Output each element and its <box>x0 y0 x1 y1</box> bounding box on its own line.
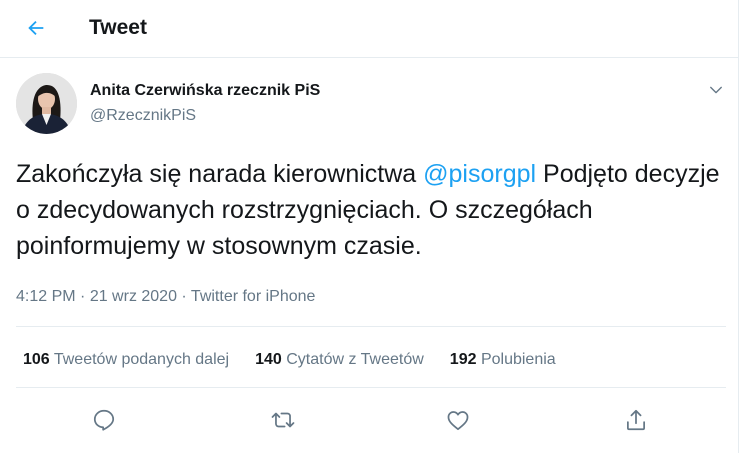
author-handle[interactable]: @RzecznikPiS <box>90 106 196 126</box>
likes-stat[interactable]: 192 Polubienia <box>450 350 556 370</box>
retweet-button[interactable] <box>263 400 303 440</box>
tweet-date[interactable]: 21 wrz 2020 <box>90 288 177 305</box>
back-button[interactable] <box>18 10 54 46</box>
mention-link[interactable]: @pisorgpl <box>423 160 536 188</box>
tweet-text: Zakończyła się narada kierownictwa @piso… <box>16 156 726 264</box>
page-header: Tweet <box>0 0 738 58</box>
quotes-label: Cytatów z Tweetów <box>286 351 424 368</box>
meta-separator: · <box>176 288 191 305</box>
tweet-text-part: Zakończyła się narada kierownictwa <box>16 160 424 188</box>
tweet-stats: 106 Tweetów podanych dalej 140 Cytatów z… <box>23 350 556 370</box>
retweets-label: Tweetów podanych dalej <box>53 351 230 368</box>
quotes-count: 140 <box>255 351 282 368</box>
quotes-stat[interactable]: 140 Cytatów z Tweetów <box>255 350 424 370</box>
likes-label: Polubienia <box>480 351 556 368</box>
author-name[interactable]: Anita Czerwińska rzecznik PiS <box>90 81 320 101</box>
divider <box>16 387 726 388</box>
retweets-count: 106 <box>23 351 50 368</box>
avatar[interactable] <box>16 73 77 134</box>
share-button[interactable] <box>616 400 656 440</box>
retweet-icon <box>271 412 295 428</box>
tweet-metadata: 4:12 PM · 21 wrz 2020 · Twitter for iPho… <box>16 287 315 307</box>
page-title: Tweet <box>89 16 147 39</box>
likes-count: 192 <box>449 351 477 368</box>
tweet-actions-bar <box>0 400 738 440</box>
tweet-detail-page: Tweet Anita Czerwińska rzecznik PiS @Rze… <box>0 0 739 453</box>
chevron-down-icon <box>710 86 722 94</box>
tweet-time[interactable]: 4:12 PM <box>16 288 76 305</box>
divider <box>16 326 726 327</box>
share-icon <box>627 409 645 431</box>
reply-button[interactable] <box>84 400 124 440</box>
avatar-photo <box>16 73 77 134</box>
retweets-stat[interactable]: 106 Tweetów podanych dalej <box>23 350 229 370</box>
meta-separator: · <box>75 288 90 305</box>
like-button[interactable] <box>438 400 478 440</box>
arrow-left-icon <box>28 20 44 36</box>
reply-icon <box>93 409 115 431</box>
like-icon <box>447 411 469 431</box>
tweet-source[interactable]: Twitter for iPhone <box>191 288 316 305</box>
more-options-button[interactable] <box>700 76 732 104</box>
